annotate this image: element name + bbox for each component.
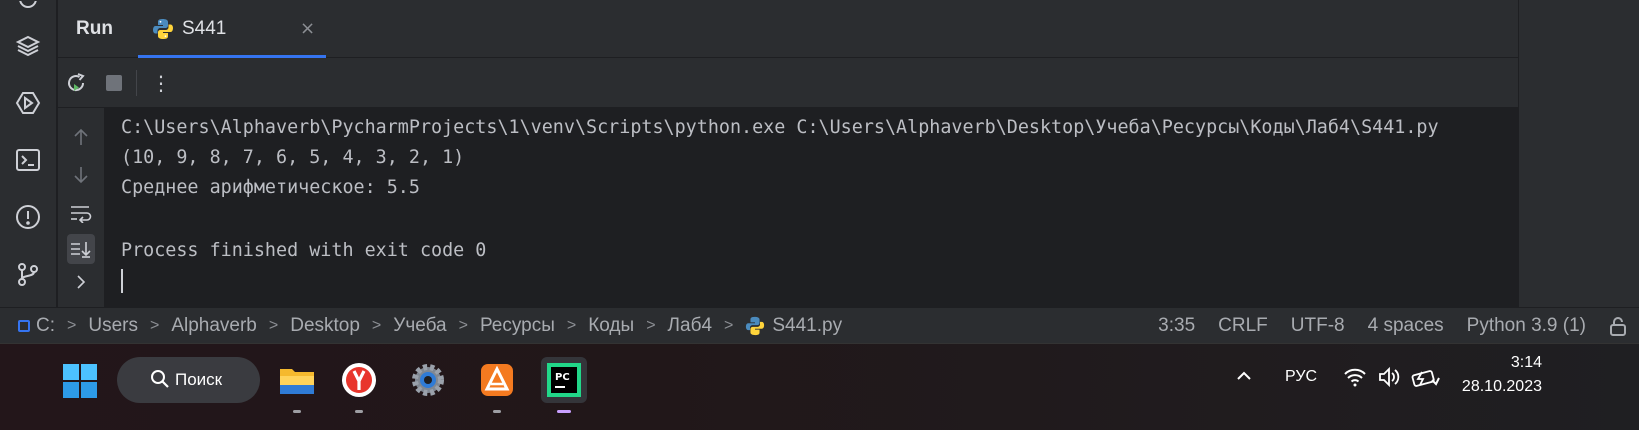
battery-charging-icon[interactable]	[1411, 366, 1441, 390]
breadcrumb: C: > Users > Alphaverb > Desktop > Учеба…	[18, 308, 842, 344]
rerun-button[interactable]	[63, 70, 89, 96]
running-indicator	[355, 410, 363, 413]
console-line: Среднее арифметическое: 5.5	[121, 177, 420, 198]
run-panel-title: Run	[76, 18, 113, 39]
text-caret	[121, 269, 123, 293]
tab-s441[interactable]: S441 ×	[138, 0, 326, 58]
breadcrumb-item[interactable]: Коды	[588, 315, 634, 337]
chevron-right-icon: >	[67, 317, 77, 334]
status-bar: C: > Users > Alphaverb > Desktop > Учеба…	[0, 307, 1639, 343]
console-line: Process finished with exit code 0	[121, 240, 487, 261]
yandex-browser-icon	[342, 363, 376, 397]
chevron-right-icon: >	[371, 317, 382, 334]
breadcrumb-item[interactable]: Лаб4	[668, 315, 713, 337]
breadcrumb-item[interactable]: Учеба	[393, 315, 446, 337]
taskbar-app-explorer[interactable]	[274, 357, 320, 413]
arrow-up-icon[interactable]	[67, 124, 95, 150]
layers-icon[interactable]	[14, 32, 42, 60]
indent-setting[interactable]: 4 spaces	[1368, 315, 1444, 337]
caret-position[interactable]: 3:35	[1158, 315, 1195, 337]
breadcrumb-item[interactable]: S441.py	[745, 315, 842, 337]
toolbar-separator	[136, 70, 137, 96]
problems-icon[interactable]	[14, 203, 42, 231]
run-tool-header: Run S441 ×	[58, 0, 1518, 58]
python-file-icon	[153, 19, 173, 39]
run-toolbar: ⋮	[58, 58, 1518, 108]
terminal-icon[interactable]	[14, 146, 42, 174]
settings-icon	[412, 364, 444, 396]
chevron-right-icon: >	[149, 317, 160, 334]
windows-start-icon[interactable]	[62, 363, 98, 399]
clock-time[interactable]: 3:14	[1450, 354, 1542, 372]
stop-button[interactable]	[101, 70, 127, 96]
git-branch-icon[interactable]	[14, 260, 42, 288]
chevron-right-icon: >	[566, 317, 577, 334]
svg-text:PC: PC	[555, 372, 570, 383]
taskbar-app-settings[interactable]	[405, 357, 451, 403]
python-interpreter[interactable]: Python 3.9 (1)	[1467, 315, 1586, 337]
breadcrumb-item[interactable]: Users	[88, 315, 138, 337]
windows-taskbar: Поиск PC РУС 3:14 28.10.2023	[0, 343, 1639, 430]
close-icon[interactable]: ×	[300, 18, 315, 39]
breadcrumb-item[interactable]: C:	[18, 315, 55, 337]
running-indicator	[493, 410, 501, 413]
active-indicator	[557, 410, 571, 413]
status-widgets: 3:35 CRLF UTF-8 4 spaces Python 3.9 (1)	[1158, 308, 1639, 344]
scroll-to-end-icon[interactable]	[67, 234, 95, 264]
wifi-icon[interactable]	[1343, 366, 1367, 388]
console-gutter	[58, 108, 104, 307]
search-label: Поиск	[175, 370, 223, 389]
chevron-right-icon: >	[268, 317, 279, 334]
console-line: C:\Users\Alphaverb\PycharmProjects\1\ven…	[121, 117, 1439, 138]
pycharm-icon: PC	[547, 363, 581, 397]
console-line: (10, 9, 8, 7, 6, 5, 4, 3, 2, 1)	[121, 147, 465, 168]
chevron-right-icon: >	[646, 317, 656, 334]
stop-icon	[106, 75, 122, 91]
lock-icon[interactable]	[1609, 316, 1627, 336]
line-separator[interactable]: CRLF	[1218, 315, 1268, 337]
chevron-right-icon[interactable]	[67, 269, 95, 295]
drive-icon	[18, 320, 30, 332]
services-icon[interactable]	[14, 89, 42, 117]
left-tool-stripe	[0, 0, 57, 307]
taskbar-app-yandex[interactable]	[336, 357, 382, 413]
chevron-up-icon[interactable]	[1234, 366, 1254, 386]
taskbar-app-aimp[interactable]	[474, 357, 520, 413]
running-indicator	[293, 410, 301, 413]
breadcrumb-item[interactable]: Desktop	[290, 315, 360, 337]
taskbar-app-pycharm[interactable]: PC	[541, 357, 587, 413]
tab-label: S441	[182, 18, 227, 39]
taskbar-search-button[interactable]: Поиск	[117, 357, 260, 403]
chevron-right-icon: >	[724, 317, 734, 334]
console-output[interactable]: C:\Users\Alphaverb\PycharmProjects\1\ven…	[104, 108, 1518, 307]
python-file-icon	[746, 316, 765, 336]
file-explorer-icon	[280, 369, 314, 394]
volume-icon[interactable]	[1378, 366, 1402, 388]
soft-wrap-icon[interactable]	[67, 200, 95, 226]
right-tool-stripe	[1518, 0, 1639, 307]
breadcrumb-item[interactable]: Ресурсы	[480, 315, 555, 337]
search-icon	[151, 370, 169, 388]
rerun-icon	[68, 73, 85, 92]
partial-top-icon[interactable]	[14, 0, 42, 28]
clock-date[interactable]: 28.10.2023	[1450, 378, 1542, 396]
chevron-right-icon: >	[458, 317, 468, 334]
file-encoding[interactable]: UTF-8	[1291, 315, 1345, 337]
breadcrumb-item[interactable]: Alphaverb	[171, 315, 257, 337]
input-language[interactable]: РУС	[1285, 368, 1317, 386]
aimp-icon	[481, 364, 513, 396]
arrow-down-icon[interactable]	[67, 162, 95, 188]
more-actions-button[interactable]: ⋮	[148, 70, 174, 96]
